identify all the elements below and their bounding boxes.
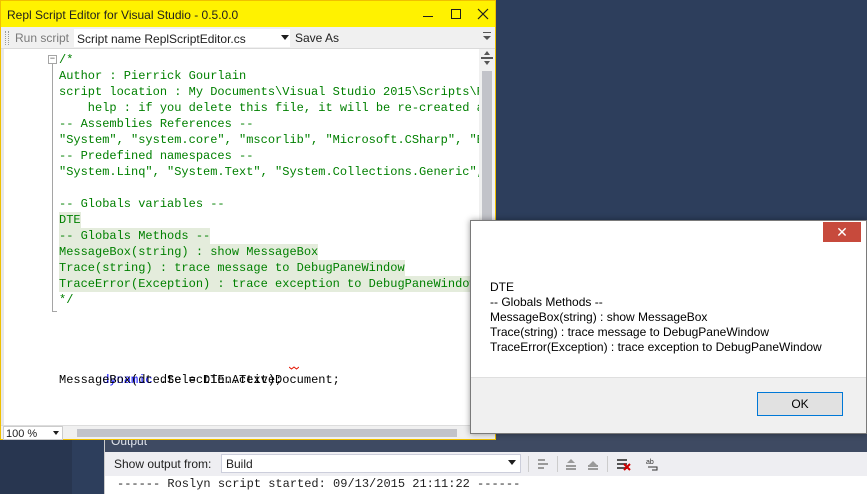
message-line: DTE	[490, 280, 514, 294]
output-text: ------ Roslyn script started: 09/13/2015…	[105, 476, 867, 494]
previous-message-icon[interactable]	[563, 456, 579, 472]
chevron-down-icon	[53, 431, 59, 435]
toolbar-separator	[557, 456, 558, 472]
code-line: -- Predefined namespaces --	[59, 149, 254, 163]
code-line: */	[59, 293, 74, 307]
chevron-down-icon	[508, 460, 516, 465]
code-line-selected: DTE	[59, 212, 81, 228]
horizontal-scrollbar-thumb[interactable]	[77, 429, 457, 437]
close-icon[interactable]	[476, 7, 490, 21]
collapse-icon[interactable]: −	[48, 55, 57, 64]
toolbar-overflow-icon[interactable]	[483, 30, 491, 44]
change-tracking-bar	[1, 49, 4, 425]
code-line: Author : Pierrick Gourlain	[59, 69, 247, 83]
code-line-selected: TraceError(Exception) : trace exception …	[59, 276, 477, 292]
code-line-selected: MessageBox(string) : show MessageBox	[59, 244, 319, 260]
message-line: MessageBox(string) : show MessageBox	[490, 310, 708, 324]
editor-title-bar[interactable]: Repl Script Editor for Visual Studio - 0…	[1, 1, 495, 27]
output-source-select[interactable]: Build	[221, 454, 521, 473]
minimize-icon[interactable]	[421, 7, 435, 21]
ide-left-strip	[0, 438, 72, 494]
zoom-select[interactable]: 100 %	[3, 426, 63, 440]
message-box-title-bar[interactable]: ✕	[471, 221, 866, 251]
run-script-button[interactable]: Run script	[15, 31, 69, 45]
editor-margin: −	[1, 49, 57, 425]
code-line-selected: Trace(string) : trace message to DebugPa…	[59, 260, 405, 276]
close-button[interactable]: ✕	[823, 222, 861, 242]
show-output-label: Show output from:	[114, 457, 212, 471]
next-message-icon[interactable]	[585, 456, 601, 472]
script-name-select[interactable]: Script name ReplScriptEditor.cs	[74, 29, 290, 47]
message-box-footer: OK	[471, 377, 866, 433]
clear-all-icon[interactable]	[615, 456, 631, 472]
fold-guide-end	[52, 311, 57, 312]
output-source-value: Build	[226, 457, 253, 471]
message-box-body: DTE -- Globals Methods -- MessageBox(str…	[471, 251, 866, 377]
output-toolbar: Show output from: Build ab	[105, 452, 867, 476]
split-window-icon[interactable]	[481, 51, 493, 65]
repl-editor-window: Repl Script Editor for Visual Studio - 0…	[0, 0, 496, 440]
editor-title: Repl Script Editor for Visual Studio - 0…	[7, 8, 239, 22]
toolbar-separator	[528, 456, 529, 472]
toolbar-separator	[607, 456, 608, 472]
script-name-value: Script name ReplScriptEditor.cs	[77, 32, 246, 46]
code-editor[interactable]: − /* Author : Pierrick Gourlain script l…	[1, 49, 479, 425]
save-as-button[interactable]: Save As	[295, 31, 339, 45]
code-line: MessageBox(dte.Selection.Text);	[59, 373, 283, 387]
message-line: TraceError(Exception) : trace exception …	[490, 340, 822, 354]
code-line: -- Assemblies References --	[59, 117, 254, 131]
toolbar-grip-icon	[5, 31, 9, 45]
maximize-icon[interactable]	[449, 7, 463, 21]
code-line: -- Globals variables --	[59, 197, 225, 211]
code-line: "System", "system.core", "mscorlib", "Mi…	[59, 133, 479, 147]
editor-toolbar: Run script Script name ReplScriptEditor.…	[1, 27, 495, 49]
code-line-selected: -- Globals Methods --	[59, 228, 211, 244]
message-box: ✕ DTE -- Globals Methods -- MessageBox(s…	[470, 220, 867, 434]
code-line: help : if you delete this file, it will …	[59, 101, 479, 115]
code-line: /*	[59, 53, 74, 67]
fold-guide	[52, 64, 53, 312]
message-line: -- Globals Methods --	[490, 295, 603, 309]
zoom-value: 100 %	[6, 428, 38, 440]
chevron-down-icon[interactable]	[281, 35, 289, 41]
ok-button[interactable]: OK	[757, 392, 843, 416]
find-message-icon[interactable]	[535, 456, 551, 472]
word-wrap-icon[interactable]: ab	[645, 456, 661, 472]
message-line: Trace(string) : trace message to DebugPa…	[490, 325, 770, 339]
svg-text:ab: ab	[646, 459, 654, 466]
error-squiggle-icon	[289, 366, 299, 370]
code-line: script location : My Documents\Visual St…	[59, 85, 479, 99]
code-line: "System.Linq", "System.Text", "System.Co…	[59, 165, 479, 179]
horizontal-scroll-row: 100 %	[1, 425, 495, 440]
